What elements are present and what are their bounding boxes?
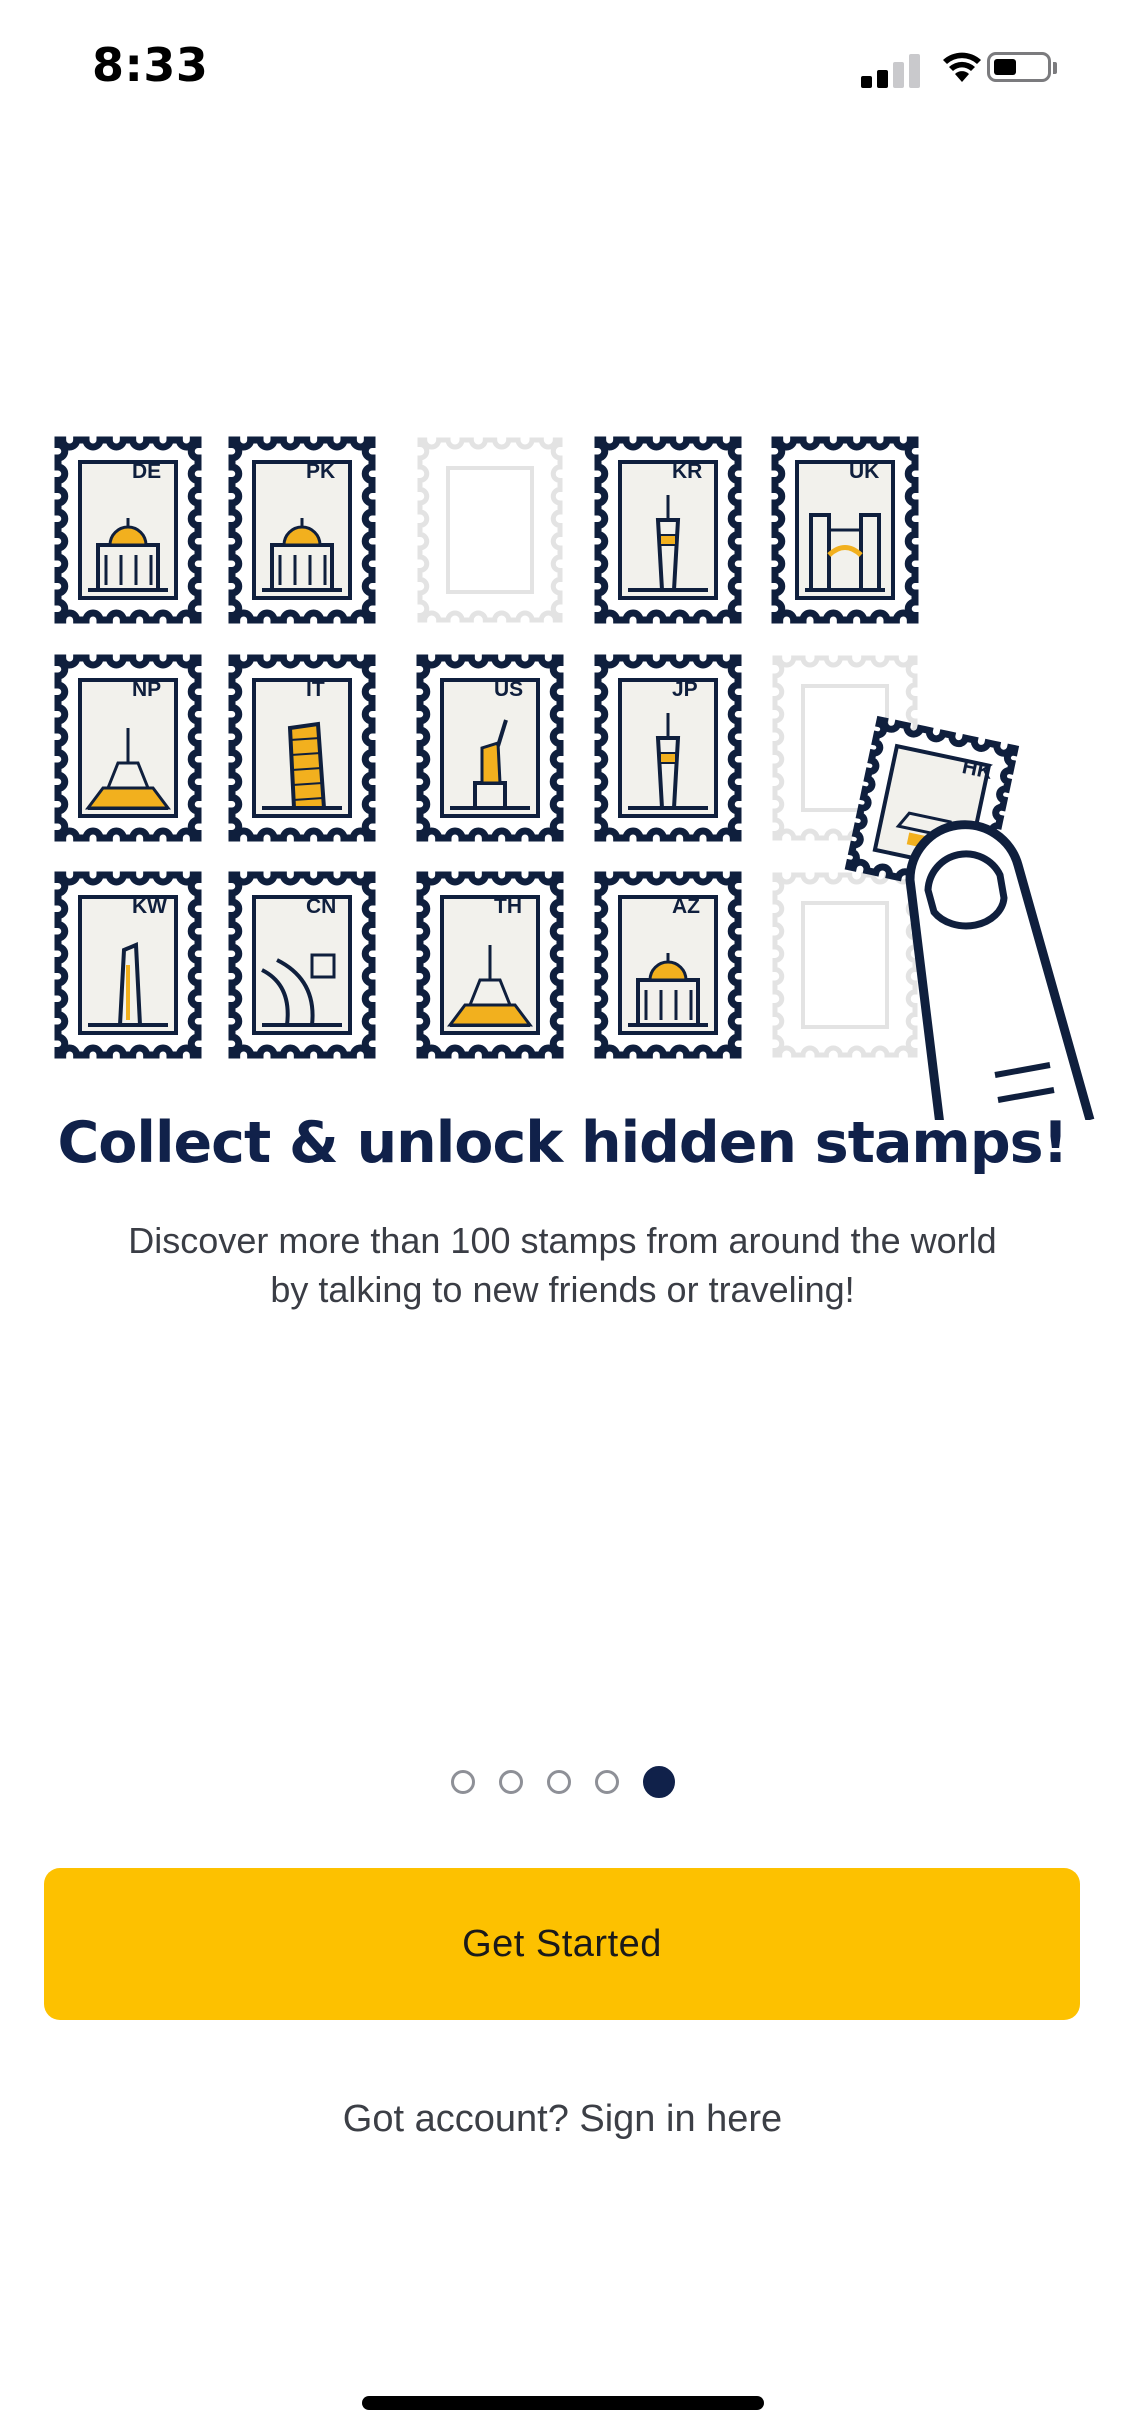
stamp-code-label: JP [672,678,698,701]
stamp-code-label: AZ [672,895,700,918]
stamp-code-label: CN [306,895,337,918]
stamp-code-label: PK [306,460,336,483]
finger-illustration [905,820,1095,1120]
stamp-cn [228,871,376,1059]
page-dot-5 [642,1766,675,1798]
onboarding-title: Collect & unlock hidden stamps! [57,1110,1068,1176]
stamp-np [54,654,202,842]
page-dot-2 [498,1770,523,1794]
stamp-code-label: TH [494,895,522,918]
stamp-de [54,436,202,624]
stamp-kw [54,871,202,1059]
page-dot-3 [546,1770,571,1794]
stamp-uk [771,436,919,624]
stamp-code-label: KW [132,895,167,918]
home-indicator [362,2396,764,2410]
stamp-pk [228,436,376,624]
stamp-th [416,871,564,1059]
get-started-button[interactable]: Get Started [44,1868,1080,2020]
status-time: 8:33 [92,38,209,92]
empty-stamp-slot [417,437,563,623]
stamp-code-label: NP [132,678,162,701]
sign-in-link[interactable]: Got account? Sign in here [0,2098,1125,2141]
subtitle-line-1: Discover more than 100 stamps from aroun… [128,1220,997,1261]
status-icons [861,48,1081,94]
stamp-grid [54,436,1095,1120]
stamp-az [594,871,742,1059]
get-started-label: Get Started [462,1922,662,1965]
stamp-code-label: UK [849,460,880,483]
empty-stamp-slot [772,872,918,1058]
status-bar: 8:33 [0,0,1125,140]
subtitle-line-2: by talking to new friends or traveling! [270,1269,855,1310]
onboarding-subtitle: Discover more than 100 stamps from aroun… [50,1216,1075,1314]
page-dot-1 [450,1770,475,1794]
stamp-kr [594,436,742,624]
stamp-us [416,654,564,842]
page-indicator [0,1766,1125,1800]
stamp-code-label: DE [132,460,162,483]
stamp-jp [594,654,742,842]
stamp-code-label: KR [672,460,703,483]
stamp-code-label: US [494,678,524,701]
wifi-icon [943,52,981,82]
stamp-code-label: IT [306,678,325,701]
stamp-collection-illustration: DE PK KR UK NP IT US JP KW CN TH AZ HK [0,420,1125,1120]
stamp-it [228,654,376,842]
page-dot-4 [594,1770,619,1794]
